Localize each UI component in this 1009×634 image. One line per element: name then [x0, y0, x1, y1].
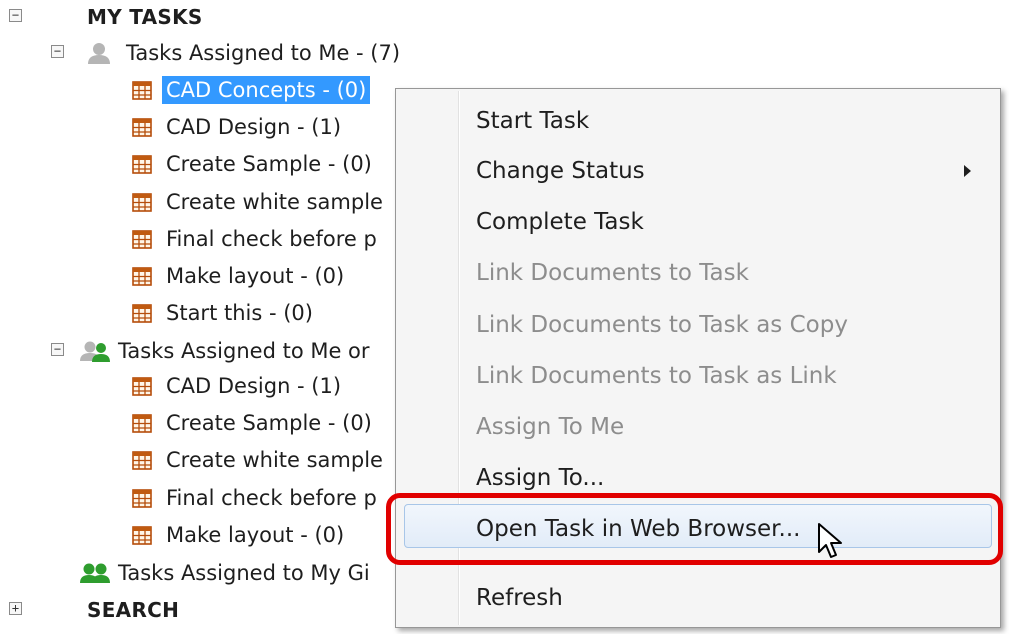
task-item-label: Create Sample - (0) — [166, 411, 372, 436]
submenu-arrow-icon — [964, 165, 971, 177]
group-assigned-to-me[interactable]: Tasks Assigned to Me - (7) — [86, 36, 400, 70]
calendar-icon — [132, 488, 152, 508]
menu-item-refresh[interactable]: Refresh — [476, 578, 563, 618]
task-item[interactable]: Make layout - (0) — [132, 518, 344, 552]
section-search-label: SEARCH — [87, 598, 180, 622]
calendar-icon — [132, 525, 152, 545]
menu-item-assign-to[interactable]: Assign To... — [476, 458, 604, 498]
calendar-icon — [132, 192, 152, 212]
group-assigned-to-my-group[interactable]: Tasks Assigned to My Gi — [80, 556, 370, 590]
task-item[interactable]: Create Sample - (0) — [132, 406, 372, 440]
task-item-label: Create white sample — [166, 448, 383, 473]
task-item[interactable]: Start this - (0) — [132, 296, 313, 330]
calendar-icon — [132, 414, 152, 433]
menu-item-link-documents-to-task-as-link[interactable]: Link Documents to Task as Link — [476, 356, 837, 396]
expand-search-toggle[interactable]: + — [9, 602, 22, 615]
calendar-icon — [132, 155, 152, 175]
task-item-label: Create Sample - (0) — [166, 152, 372, 177]
task-item[interactable]: CAD Design - (1) — [132, 110, 341, 144]
group-assigned-to-me-label: Tasks Assigned to Me - (7) — [126, 41, 401, 65]
task-item-label: CAD Design - (1) — [166, 374, 342, 398]
section-my-tasks[interactable]: MY TASKS — [87, 0, 203, 34]
task-item[interactable]: CAD Concepts - (0) — [132, 73, 371, 107]
menu-item-link-documents-to-task[interactable]: Link Documents to Task — [476, 253, 749, 293]
group-assigned-to-me-or[interactable]: Tasks Assigned to Me or — [80, 334, 370, 368]
menu-item-start-task[interactable]: Start Task — [476, 101, 589, 141]
menu-item-link-documents-to-task-as-copy[interactable]: Link Documents to Task as Copy — [476, 305, 848, 345]
task-item-label: CAD Concepts - (0) — [162, 76, 371, 104]
annotation-highlight-box — [386, 493, 1003, 565]
calendar-icon — [132, 267, 152, 286]
task-item[interactable]: Create white sample — [132, 443, 383, 477]
task-item[interactable]: Create Sample - (0) — [132, 147, 372, 181]
group-assigned-to-my-group-label: Tasks Assigned to My Gi — [118, 561, 370, 585]
collapse-assigned-to-me-or-toggle[interactable]: − — [51, 343, 64, 356]
mouse-pointer-icon — [818, 523, 842, 558]
calendar-icon — [132, 304, 152, 323]
menu-item-assign-to-me[interactable]: Assign To Me — [476, 407, 624, 447]
task-item-label: Create white sample — [166, 189, 383, 214]
section-search[interactable]: SEARCH — [87, 593, 179, 627]
group-person-icon — [80, 341, 110, 362]
task-item[interactable]: Make layout - (0) — [132, 259, 344, 293]
task-item-label: Start this - (0) — [166, 301, 313, 326]
menu-item-complete-task[interactable]: Complete Task — [476, 202, 644, 242]
task-item-label: Final check before p — [166, 485, 377, 510]
collapse-my-tasks-toggle[interactable]: − — [9, 9, 22, 22]
task-item[interactable]: Final check before p — [132, 222, 377, 256]
calendar-icon — [132, 229, 152, 249]
calendar-icon — [132, 377, 152, 396]
task-item-label: Make layout - (0) — [166, 522, 345, 547]
task-item-label: Final check before p — [166, 226, 377, 251]
group-assigned-to-me-or-label: Tasks Assigned to Me or — [118, 339, 370, 363]
calendar-icon — [132, 451, 152, 471]
collapse-assigned-to-me-toggle[interactable]: − — [51, 45, 64, 58]
task-item[interactable]: CAD Design - (1) — [132, 369, 341, 403]
task-item[interactable]: Create white sample — [132, 185, 383, 219]
task-item-label: CAD Design - (1) — [166, 115, 342, 140]
person-icon — [88, 43, 110, 64]
task-item-label: Make layout - (0) — [166, 264, 345, 288]
group-icon — [80, 563, 110, 583]
calendar-icon — [132, 118, 152, 137]
section-my-tasks-label: MY TASKS — [87, 5, 203, 29]
calendar-icon — [132, 81, 152, 100]
menu-item-change-status[interactable]: Change Status — [476, 151, 645, 191]
task-item[interactable]: Final check before p — [132, 481, 377, 515]
